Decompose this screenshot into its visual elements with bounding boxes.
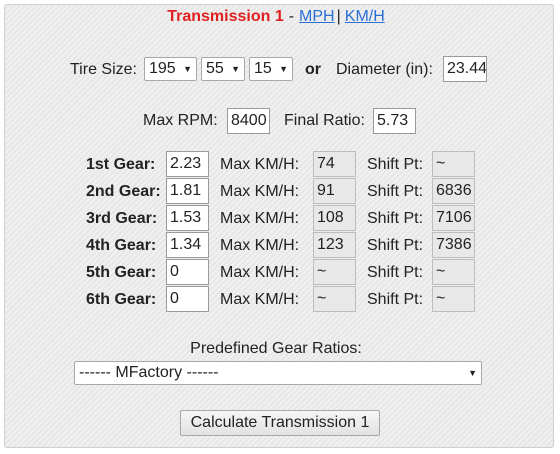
- or-label: or: [305, 61, 321, 78]
- gear-label: 4th Gear:: [86, 237, 157, 254]
- diameter-input[interactable]: 23.44: [443, 56, 487, 82]
- final-ratio-label: Final Ratio:: [284, 112, 365, 129]
- tire-width-value: 195: [149, 60, 176, 77]
- gear-ratio-input[interactable]: 1.34: [166, 232, 209, 258]
- shift-point-value: ~: [432, 286, 475, 312]
- shift-point-value: 7386: [432, 232, 475, 258]
- shift-point-value: ~: [432, 259, 475, 285]
- tire-width-select[interactable]: 195 ▼: [144, 57, 197, 81]
- shift-point-label: Shift Pt:: [367, 210, 424, 227]
- max-speed-value: 91: [313, 178, 356, 204]
- final-ratio-input[interactable]: 5.73: [373, 108, 416, 134]
- predefined-ratios-select[interactable]: ------ MFactory ------ ▼: [74, 361, 482, 385]
- max-speed-label: Max KM/H:: [220, 156, 300, 173]
- title-separator: -: [288, 8, 295, 25]
- kmh-link[interactable]: KM/H: [345, 8, 385, 25]
- chevron-down-icon: ▼: [183, 64, 192, 74]
- max-rpm-input[interactable]: 8400: [227, 108, 270, 134]
- mph-link[interactable]: MPH: [299, 8, 335, 25]
- gear-ratio-input[interactable]: 0: [166, 286, 209, 312]
- chevron-down-icon: ▼: [279, 64, 288, 74]
- max-speed-label: Max KM/H:: [220, 237, 300, 254]
- shift-point-label: Shift Pt:: [367, 183, 424, 200]
- max-speed-value: ~: [313, 259, 356, 285]
- tire-aspect-select[interactable]: 55 ▼: [201, 57, 245, 81]
- shift-point-value: 6836: [432, 178, 475, 204]
- shift-point-label: Shift Pt:: [367, 156, 424, 173]
- gear-label: 1st Gear:: [86, 156, 156, 173]
- max-speed-value: 108: [313, 205, 356, 231]
- predefined-label: Predefined Gear Ratios:: [190, 340, 362, 357]
- link-separator: |: [336, 8, 341, 25]
- gear-label: 3rd Gear:: [86, 210, 158, 227]
- gear-label: 2nd Gear:: [86, 183, 161, 200]
- gear-label: 6th Gear:: [86, 291, 157, 308]
- shift-point-value: 7106: [432, 205, 475, 231]
- chevron-down-icon: ▼: [231, 64, 240, 74]
- max-speed-label: Max KM/H:: [220, 183, 300, 200]
- max-speed-value: ~: [313, 286, 356, 312]
- gear-label: 5th Gear:: [86, 264, 157, 281]
- transmission-title: Transmission 1: [167, 8, 284, 25]
- tire-aspect-value: 55: [206, 60, 224, 77]
- max-speed-label: Max KM/H:: [220, 210, 300, 227]
- max-rpm-label: Max RPM:: [143, 112, 218, 129]
- max-speed-value: 74: [313, 151, 356, 177]
- shift-point-label: Shift Pt:: [367, 291, 424, 308]
- gear-ratio-input[interactable]: 0: [166, 259, 209, 285]
- header-row: Transmission 1- MPH | KM/H: [0, 8, 552, 26]
- tire-rim-value: 15: [254, 60, 272, 77]
- shift-point-value: ~: [432, 151, 475, 177]
- predefined-ratios-value: ------ MFactory ------: [79, 364, 219, 381]
- max-speed-label: Max KM/H:: [220, 264, 300, 281]
- calculate-button[interactable]: Calculate Transmission 1: [180, 410, 380, 436]
- shift-point-label: Shift Pt:: [367, 264, 424, 281]
- shift-point-label: Shift Pt:: [367, 237, 424, 254]
- gear-ratio-input[interactable]: 1.81: [166, 178, 209, 204]
- diameter-label: Diameter (in):: [336, 61, 433, 78]
- max-speed-value: 123: [313, 232, 356, 258]
- tire-size-label: Tire Size:: [70, 61, 137, 78]
- tire-rim-select[interactable]: 15 ▼: [249, 57, 293, 81]
- gear-ratio-input[interactable]: 1.53: [166, 205, 209, 231]
- max-speed-label: Max KM/H:: [220, 291, 300, 308]
- gear-ratio-input[interactable]: 2.23: [166, 151, 209, 177]
- chevron-down-icon: ▼: [468, 368, 477, 378]
